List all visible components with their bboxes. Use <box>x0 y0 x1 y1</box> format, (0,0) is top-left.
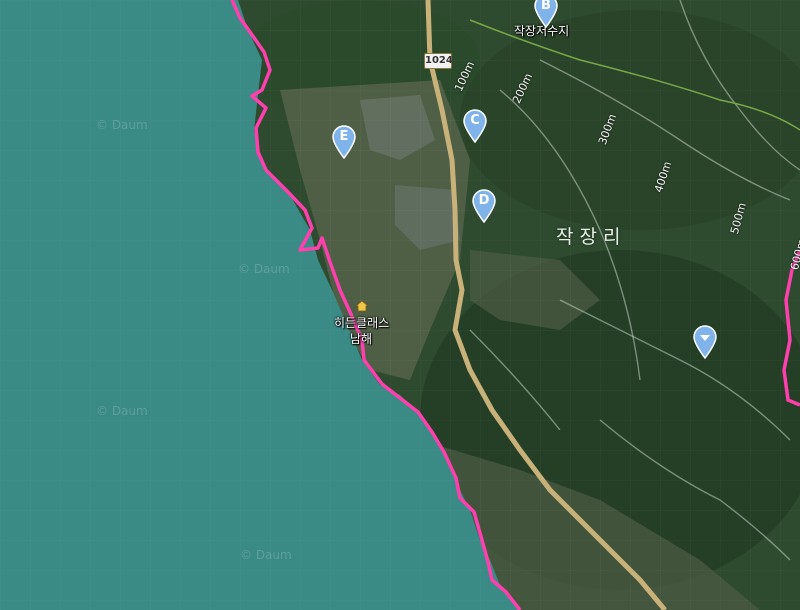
map-marker-d[interactable]: D <box>471 189 497 223</box>
house-icon[interactable] <box>355 300 369 312</box>
village-label: 작장리 <box>556 226 627 248</box>
watermark: © Daum <box>238 262 290 276</box>
map-marker-current[interactable] <box>692 325 718 359</box>
marker-letter: C <box>470 113 480 128</box>
map-marker-b[interactable]: B <box>533 0 559 28</box>
marker-letter: B <box>541 0 551 13</box>
marker-letter: D <box>478 193 490 208</box>
watermark: © Daum <box>96 404 148 418</box>
satellite-map-imagery <box>0 0 800 610</box>
watermark: © Daum <box>96 118 148 132</box>
marker-letter: E <box>339 129 349 144</box>
watermark: © Daum <box>240 548 292 562</box>
road-number-shield: 1024 <box>424 53 453 69</box>
map-marker-e[interactable]: E <box>331 125 357 159</box>
map-marker-c[interactable]: C <box>462 109 488 143</box>
map-view[interactable]: © Daum © Daum © Daum © Daum 1024 100m 20… <box>0 0 800 610</box>
poi-name-line2[interactable]: 남해 <box>350 330 372 347</box>
map-pin-icon <box>693 325 717 359</box>
poi-name-line1[interactable]: 히든클래스 <box>334 314 389 331</box>
